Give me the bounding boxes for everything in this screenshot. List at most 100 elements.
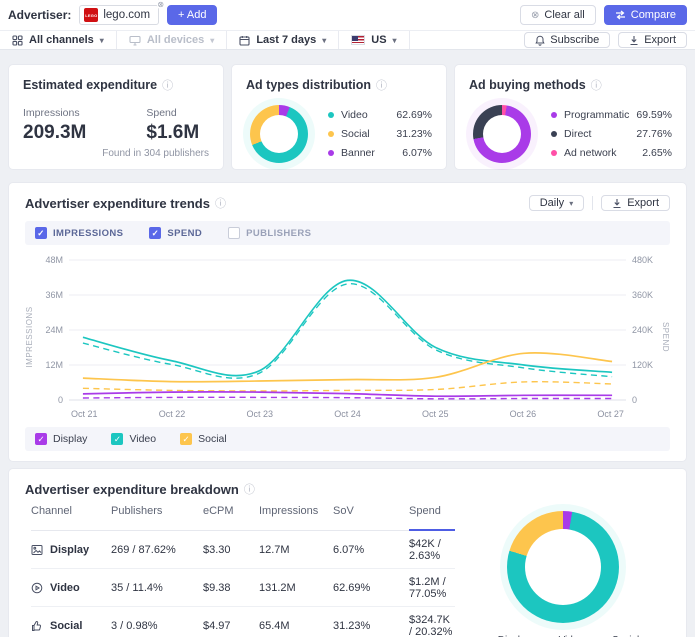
toggle-spend[interactable]: ✓ SPEND (149, 227, 202, 239)
checkbox-checked-icon: ✓ (35, 227, 47, 239)
toggle-publishers[interactable]: PUBLISHERS (228, 227, 311, 239)
compare-button[interactable]: Compare (604, 5, 687, 25)
calendar-icon (239, 35, 250, 46)
period-select[interactable]: Daily ▾ (529, 195, 584, 211)
col-sov[interactable]: SoV (333, 505, 409, 531)
impressions-label: Impressions (23, 107, 86, 119)
card-title: Estimated expenditure (23, 78, 157, 92)
trend-chart-zone: IMPRESSIONS 48M 36M 24M 12M 0 Oct 21 Oct… (25, 255, 670, 419)
impressions-value: 209.3M (23, 122, 86, 144)
checkbox-checked-icon: ✓ (149, 227, 161, 239)
summary-cards: Estimated expenditure ⓘ Impressions 209.… (8, 64, 687, 170)
add-advertiser-button[interactable]: + Add (167, 5, 217, 25)
advertiser-chip[interactable]: LEGO lego.com ⊗ (79, 5, 159, 25)
estimated-expenditure-card: Estimated expenditure ⓘ Impressions 209.… (8, 64, 224, 170)
trend-line-chart[interactable] (69, 255, 626, 405)
col-publishers[interactable]: Publishers (111, 505, 203, 531)
devices-monitor-icon (129, 35, 141, 46)
advertiser-label: Advertiser: (8, 8, 71, 22)
panel-title: Advertiser expenditure breakdown (25, 482, 239, 497)
legend-dot (551, 112, 557, 118)
legend-dot (328, 112, 334, 118)
geo-filter[interactable]: US ▾ (339, 31, 409, 49)
compare-icon (615, 10, 626, 20)
card-title: Ad buying methods (469, 78, 586, 92)
table-row-social[interactable]: Social 3 / 0.98% $4.97 65.4M 31.23% $324… (31, 607, 455, 637)
info-icon[interactable]: ⓘ (215, 195, 226, 211)
spend-share-donut-chart (507, 511, 619, 623)
date-range-filter[interactable]: Last 7 days ▾ (227, 31, 339, 49)
legend-dot (551, 150, 557, 156)
col-spend-sorted[interactable]: Spend (409, 505, 455, 531)
lego-favicon-icon: LEGO (84, 8, 98, 22)
display-channel-icon (31, 544, 43, 556)
chevron-down-icon: ▾ (100, 36, 104, 45)
video-channel-icon (31, 582, 43, 594)
channels-filter[interactable]: All channels ▾ (0, 31, 117, 49)
expenditure-trends-panel: Advertiser expenditure trends ⓘ Daily ▾ … (8, 182, 687, 462)
right-axis: 480K 360K 240K 120K 0 SPEND (626, 255, 670, 419)
info-icon[interactable]: ⓘ (162, 77, 173, 93)
remove-advertiser-icon[interactable]: ⊗ (157, 1, 164, 9)
legend-dot (551, 131, 557, 137)
buying-methods-donut-chart (473, 105, 531, 163)
legend-video[interactable]: ✓ Video (111, 433, 156, 445)
spend-label: Spend (146, 107, 199, 119)
legend-item: Video 62.69% (328, 109, 432, 121)
panel-title: Advertiser expenditure trends (25, 196, 210, 211)
download-icon (612, 198, 622, 209)
col-channel[interactable]: Channel (31, 505, 111, 531)
spend-value: $1.6M (146, 122, 199, 144)
x-axis-labels: Oct 21 Oct 22 Oct 23 Oct 24 Oct 25 Oct 2… (69, 405, 626, 419)
col-ecpm[interactable]: eCPM (203, 505, 259, 531)
devices-filter[interactable]: All devices ▾ (117, 31, 228, 49)
clear-all-icon: ⊗ (531, 10, 539, 21)
trend-chart-legend: ✓ Display ✓ Video ✓ Social (25, 427, 670, 451)
series-toggles: ✓ IMPRESSIONS ✓ SPEND PUBLISHERS (25, 221, 670, 245)
adclarity-dashboard: Advertiser: LEGO lego.com ⊗ + Add ⊗ Clea… (0, 0, 695, 637)
ad-types-donut-chart (250, 105, 308, 163)
legend-social[interactable]: ✓ Social (180, 433, 227, 445)
chevron-down-icon: ▾ (569, 199, 573, 208)
checkbox-checked-icon: ✓ (111, 433, 123, 445)
trends-export-button[interactable]: Export (601, 195, 670, 211)
info-icon[interactable]: ⓘ (591, 77, 602, 93)
left-axis-title: IMPRESSIONS (25, 306, 34, 367)
spend-share-donut-area: Display Video Social (455, 505, 670, 637)
legend-item: Direct 27.76% (551, 128, 672, 140)
checkbox-unchecked-icon (228, 227, 240, 239)
bell-icon (535, 35, 545, 46)
social-channel-icon (31, 620, 43, 632)
legend-item: Banner 6.07% (328, 147, 432, 159)
legend-display[interactable]: ✓ Display (35, 433, 87, 445)
table-row-video[interactable]: Video 35 / 11.4% $9.38 131.2M 62.69% $1.… (31, 569, 455, 607)
clear-all-button[interactable]: ⊗ Clear all (520, 5, 596, 25)
table-header-row: Channel Publishers eCPM Impressions SoV … (31, 505, 455, 531)
us-flag-icon (351, 35, 365, 45)
col-impressions[interactable]: Impressions (259, 505, 333, 531)
chevron-down-icon: ▾ (393, 36, 397, 45)
right-axis-title: SPEND (661, 322, 670, 352)
info-icon[interactable]: ⓘ (376, 77, 387, 93)
subscribe-button[interactable]: Subscribe (524, 32, 610, 48)
chevron-down-icon: ▾ (210, 36, 214, 45)
legend-item: Programmatic 69.59% (551, 109, 672, 121)
advertiser-domain: lego.com (103, 9, 150, 21)
legend-dot (328, 131, 334, 137)
checkbox-checked-icon: ✓ (180, 433, 192, 445)
ad-types-card: Ad types distribution ⓘ Video 62.69% Soc… (231, 64, 447, 170)
breakdown-table: Channel Publishers eCPM Impressions SoV … (25, 505, 455, 637)
checkbox-checked-icon: ✓ (35, 433, 47, 445)
chevron-down-icon: ▾ (322, 36, 326, 45)
publishers-footnote: Found in 304 publishers (102, 148, 209, 159)
advertiser-bar: Advertiser: LEGO lego.com ⊗ + Add ⊗ Clea… (0, 0, 695, 30)
table-row-display[interactable]: Display 269 / 87.62% $3.30 12.7M 6.07% $… (31, 531, 455, 569)
filter-bar: All channels ▾ All devices ▾ Last 7 days… (0, 30, 695, 50)
toggle-impressions[interactable]: ✓ IMPRESSIONS (35, 227, 123, 239)
export-button[interactable]: Export (618, 32, 687, 48)
legend-item: Ad network 2.65% (551, 147, 672, 159)
divider (592, 196, 593, 210)
info-icon[interactable]: ⓘ (244, 481, 255, 497)
legend-item: Social 31.23% (328, 128, 432, 140)
download-icon (629, 35, 639, 46)
